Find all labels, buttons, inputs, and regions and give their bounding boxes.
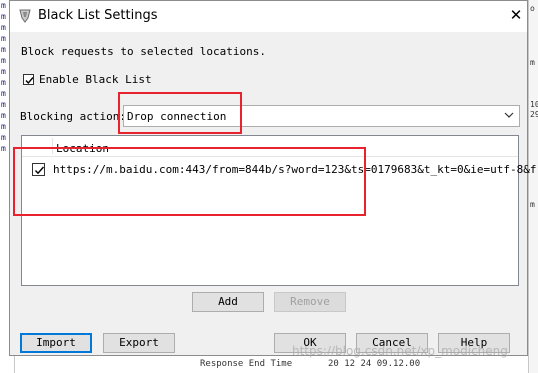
- black-list-settings-dialog: Black List Settings ✕ Block requests to …: [9, 0, 538, 356]
- close-icon[interactable]: ✕: [508, 7, 524, 23]
- enable-black-list-checkbox[interactable]: [23, 74, 34, 85]
- dialog-title: Black List Settings: [38, 8, 158, 23]
- black-list-table[interactable]: Location https://m.baidu.com:443/from=84…: [21, 135, 538, 286]
- row-checkbox[interactable]: [32, 163, 45, 176]
- bg-bottom-value: 20 12 24 09.12.00: [328, 359, 421, 369]
- export-button[interactable]: Export: [103, 333, 175, 353]
- title-bar[interactable]: Black List Settings ✕: [10, 1, 527, 32]
- checkbox-checked-icon: [25, 77, 34, 85]
- header-divider: [52, 138, 53, 154]
- description-text: Block requests to selected locations.: [21, 45, 267, 58]
- bg-right-text: m: [530, 58, 535, 67]
- blocking-action-label: Blocking action:: [20, 110, 126, 123]
- background-bottom-row: Response End Time 20 12 24 09.12.00: [160, 356, 528, 373]
- table-row[interactable]: https://m.baidu.com:443/from=844b/s?word…: [22, 160, 538, 178]
- bg-right-text: m: [530, 200, 535, 209]
- enable-black-list-label[interactable]: Enable Black List: [39, 73, 152, 86]
- row-url: https://m.baidu.com:443/from=844b/s?word…: [53, 163, 538, 176]
- blocking-action-value: Drop connection: [127, 110, 227, 123]
- app-icon: [19, 9, 31, 23]
- bg-right-text: o: [530, 4, 535, 13]
- import-button[interactable]: Import: [20, 333, 92, 353]
- watermark-text: https://blog.csdn.net/xp_modicheng: [292, 344, 508, 358]
- bg-bottom-label: Response End Time: [200, 359, 293, 369]
- bg-right-text: 10: [530, 100, 538, 109]
- add-button[interactable]: Add: [192, 292, 264, 312]
- enable-black-list-row[interactable]: Enable Black List: [23, 73, 152, 86]
- bg-right-text: 29: [530, 110, 538, 119]
- table-header: Location: [22, 136, 518, 157]
- checkbox-checked-icon: [34, 166, 45, 175]
- background-right-panel: o m 10 29 m: [528, 0, 538, 373]
- chevron-down-icon: [504, 112, 514, 118]
- blocking-action-select[interactable]: Drop connection: [123, 105, 520, 127]
- remove-button[interactable]: Remove: [274, 292, 346, 312]
- location-column-header[interactable]: Location: [56, 142, 109, 155]
